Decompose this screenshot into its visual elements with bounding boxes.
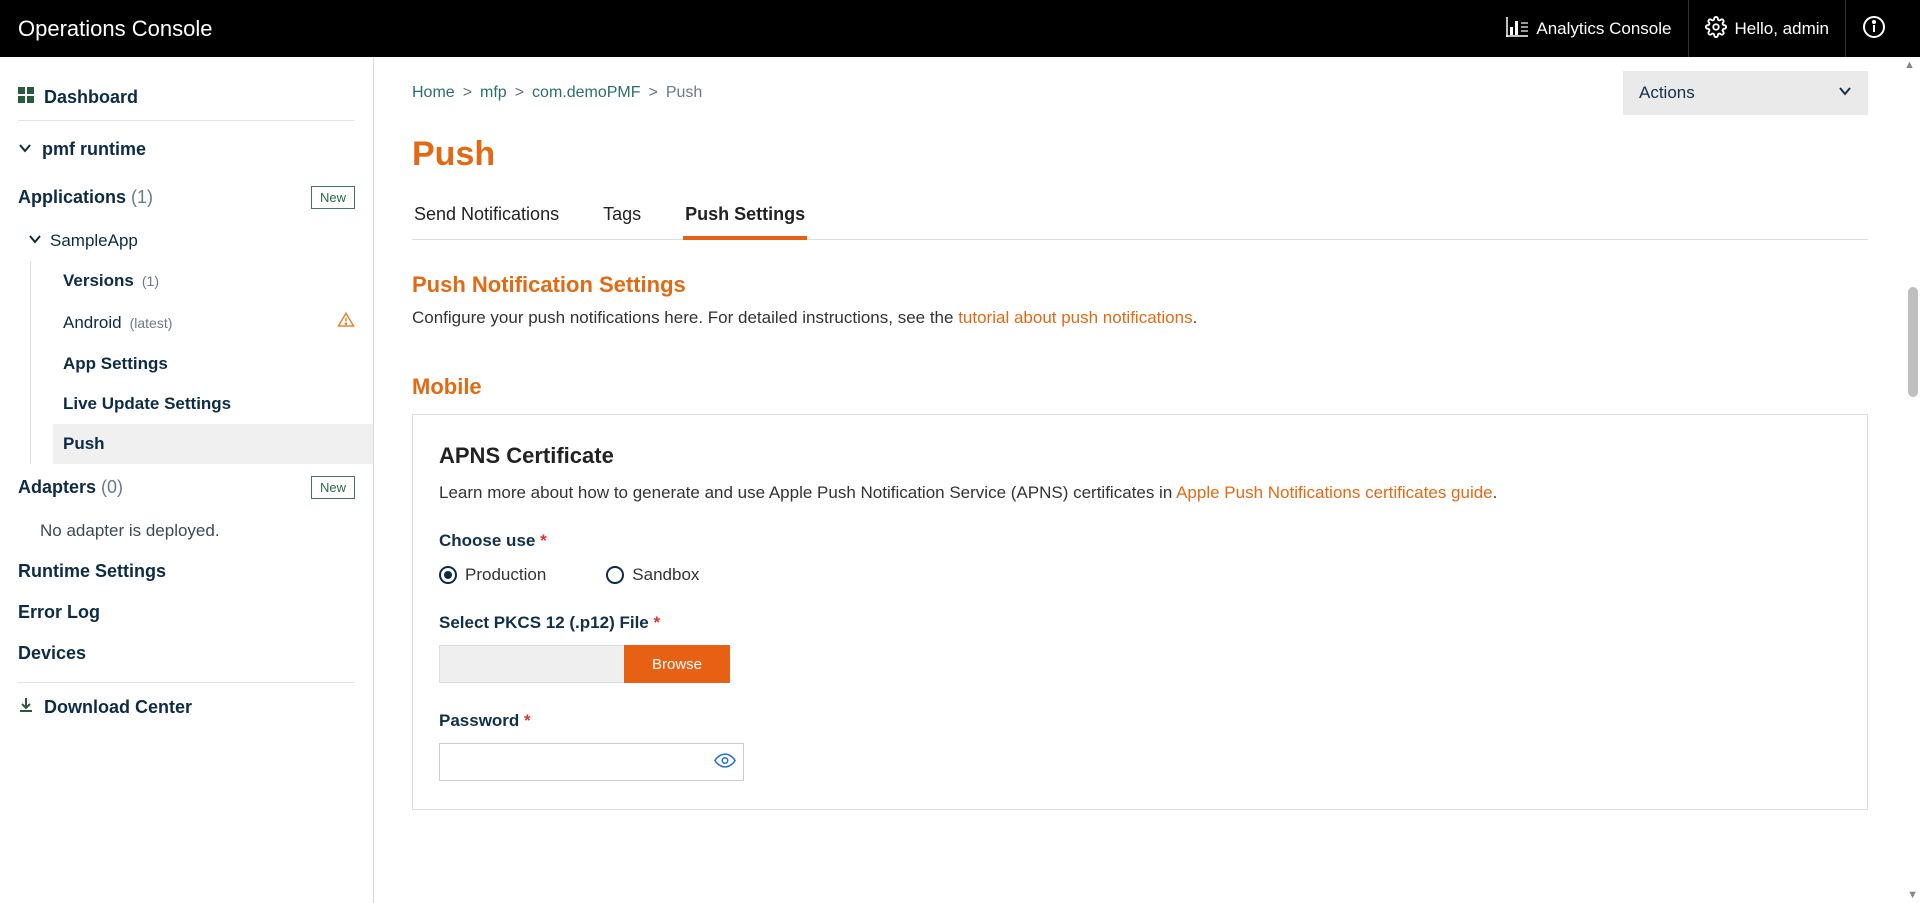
sidebar-app-sampleapp[interactable]: SampleApp: [18, 221, 373, 261]
password-label: Password *: [439, 711, 1841, 731]
android-sub: (latest): [130, 315, 173, 331]
file-path-display: [439, 645, 624, 683]
select-file-label: Select PKCS 12 (.p12) File *: [439, 613, 1841, 633]
breadcrumb-current: Push: [666, 84, 702, 102]
new-application-button[interactable]: New: [311, 186, 355, 209]
breadcrumb-sep: >: [515, 84, 524, 102]
sidebar-adapters-row: Adapters (0) New: [18, 464, 373, 511]
radio-production[interactable]: Production: [439, 565, 546, 585]
sidebar-push[interactable]: Push: [53, 424, 373, 464]
sidebar: Dashboard pmf runtime Applications (1) N…: [0, 57, 374, 903]
apns-card: APNS Certificate Learn more about how to…: [412, 414, 1868, 810]
console-title: Operations Console: [18, 16, 1490, 42]
sidebar-runtime-settings[interactable]: Runtime Settings: [18, 551, 373, 592]
chevron-down-icon: [1838, 83, 1852, 103]
sidebar-error-log[interactable]: Error Log: [18, 592, 373, 633]
apns-desc: Learn more about how to generate and use…: [439, 483, 1841, 503]
content: Home > mfp > com.demoPMF > Push Actions …: [374, 57, 1920, 903]
analytics-console-link[interactable]: Analytics Console: [1490, 0, 1687, 57]
top-header: Operations Console Analytics Console Hel…: [0, 0, 1920, 57]
adapters-label: Adapters (0): [18, 477, 123, 498]
chevron-down-icon: [18, 139, 32, 160]
warning-icon: [337, 311, 355, 334]
push-label: Push: [63, 434, 105, 454]
eye-icon: [714, 756, 736, 772]
tab-send-notifications[interactable]: Send Notifications: [412, 194, 561, 239]
scroll-thumb[interactable]: [1908, 287, 1918, 397]
sidebar-dashboard[interactable]: Dashboard: [18, 75, 355, 121]
radio-sandbox[interactable]: Sandbox: [606, 565, 699, 585]
new-adapter-button[interactable]: New: [311, 476, 355, 499]
sidebar-download-center[interactable]: Download Center: [18, 682, 355, 732]
bar-chart-icon: [1506, 17, 1528, 40]
analytics-console-label: Analytics Console: [1536, 19, 1671, 39]
apns-guide-link[interactable]: Apple Push Notifications certificates gu…: [1176, 483, 1493, 502]
content-top: Home > mfp > com.demoPMF > Push Actions: [412, 71, 1868, 115]
sidebar-versions[interactable]: Versions (1): [53, 261, 373, 301]
breadcrumb-home[interactable]: Home: [412, 84, 455, 102]
tab-push-settings[interactable]: Push Settings: [683, 194, 807, 240]
page-title: Push: [412, 135, 1868, 174]
breadcrumb-sep: >: [649, 84, 658, 102]
sidebar-devices[interactable]: Devices: [18, 633, 373, 674]
sidebar-live-update[interactable]: Live Update Settings: [53, 384, 373, 424]
greeting-label: Hello, admin: [1735, 19, 1830, 39]
actions-dropdown[interactable]: Actions: [1623, 71, 1868, 115]
choose-use-label: Choose use *: [439, 531, 1841, 551]
download-icon: [18, 697, 34, 718]
password-field-wrap: [439, 743, 744, 781]
browse-button[interactable]: Browse: [624, 645, 730, 683]
gear-icon: [1705, 16, 1727, 41]
actions-label: Actions: [1639, 83, 1695, 103]
push-settings-heading: Push Notification Settings: [412, 272, 1868, 298]
versions-label: Versions: [63, 271, 134, 291]
apns-title: APNS Certificate: [439, 443, 1841, 469]
push-settings-desc: Configure your push notifications here. …: [412, 308, 1868, 328]
applications-label: Applications (1): [18, 187, 153, 208]
content-wrap: Home > mfp > com.demoPMF > Push Actions …: [374, 57, 1920, 903]
live-update-label: Live Update Settings: [63, 394, 231, 414]
chevron-down-icon: [28, 231, 42, 251]
sidebar-runtime[interactable]: pmf runtime: [18, 121, 355, 174]
password-input[interactable]: [439, 743, 744, 781]
android-label: Android: [63, 313, 122, 333]
sampleapp-label: SampleApp: [50, 231, 138, 251]
choose-use-radios: Production Sandbox: [439, 565, 1841, 585]
runtime-label: pmf runtime: [42, 139, 146, 160]
tabs: Send Notifications Tags Push Settings: [412, 194, 1868, 240]
file-picker: Browse: [439, 645, 1841, 683]
mobile-heading: Mobile: [412, 374, 1868, 400]
no-adapter-text: No adapter is deployed.: [18, 511, 373, 551]
sidebar-android[interactable]: Android (latest): [53, 301, 373, 344]
info-button[interactable]: [1845, 0, 1902, 57]
app-settings-label: App Settings: [63, 354, 168, 374]
sidebar-app-settings[interactable]: App Settings: [53, 344, 373, 384]
versions-count: (1): [142, 273, 159, 289]
dashboard-icon: [18, 87, 34, 108]
breadcrumb-app[interactable]: com.demoPMF: [532, 84, 640, 102]
production-label: Production: [465, 565, 546, 585]
sidebar-applications-row: Applications (1) New: [18, 174, 373, 221]
breadcrumb-mfp[interactable]: mfp: [480, 84, 507, 102]
breadcrumb: Home > mfp > com.demoPMF > Push: [412, 84, 702, 102]
toggle-password-visibility[interactable]: [714, 753, 736, 772]
sampleapp-subtree: Versions (1) Android (latest) App Settin…: [30, 261, 373, 464]
info-icon: [1862, 15, 1886, 42]
download-center-label: Download Center: [44, 697, 192, 718]
tab-tags[interactable]: Tags: [601, 194, 643, 239]
dashboard-label: Dashboard: [44, 87, 138, 108]
tutorial-link[interactable]: tutorial about push notifications: [958, 308, 1192, 327]
user-greeting[interactable]: Hello, admin: [1688, 0, 1846, 57]
top-right-actions: Analytics Console Hello, admin: [1490, 0, 1902, 57]
sandbox-label: Sandbox: [632, 565, 699, 585]
breadcrumb-sep: >: [463, 84, 472, 102]
